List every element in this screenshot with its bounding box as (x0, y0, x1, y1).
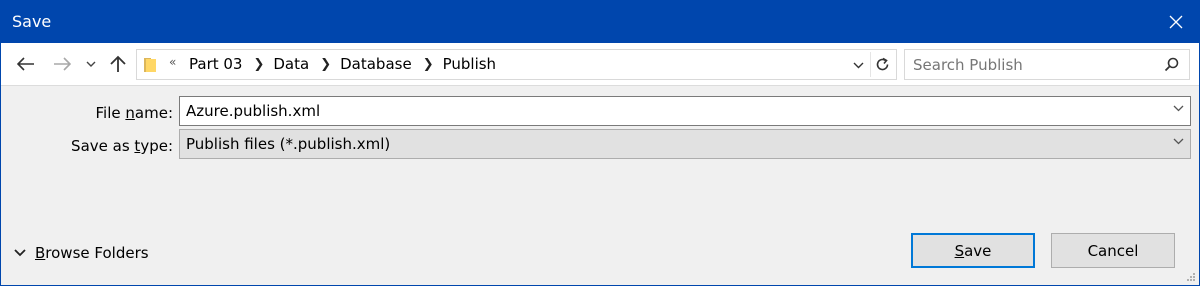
search-box[interactable] (904, 49, 1190, 80)
save-as-type-value: Publish files (*.publish.xml) (186, 135, 391, 153)
browse-folders-label: Browse Folders (35, 244, 149, 262)
forward-button[interactable] (49, 51, 75, 77)
save-button[interactable]: Save (911, 233, 1035, 268)
label-text: File (95, 104, 126, 122)
breadcrumb-item[interactable]: Part 03 (189, 55, 242, 73)
save-as-type-dropdown[interactable]: Publish files (*.publish.xml) (179, 129, 1191, 159)
forward-arrow-icon (54, 57, 71, 71)
chevron-down-icon (853, 62, 863, 68)
breadcrumb-separator-icon[interactable]: ❯ (253, 57, 264, 72)
chevron-down-icon[interactable] (1173, 105, 1184, 112)
back-arrow-icon (17, 57, 34, 71)
close-button[interactable] (1153, 1, 1199, 43)
breadcrumb-separator-icon[interactable]: ❯ (423, 57, 434, 72)
file-name-value[interactable]: Azure.publish.xml (186, 102, 320, 120)
access-key: B (35, 244, 46, 262)
search-icon (1164, 57, 1179, 72)
label-text: ype: (140, 137, 173, 155)
address-dropdown-button[interactable] (847, 56, 869, 74)
access-key: S (954, 241, 965, 260)
dialog-title: Save (12, 12, 52, 31)
browse-folders-toggle[interactable]: Browse Folders (14, 244, 149, 262)
search-input[interactable] (905, 50, 1155, 79)
back-button[interactable] (13, 51, 39, 77)
label-text: ame: (134, 104, 173, 122)
chevron-down-icon (14, 249, 26, 257)
navigation-bar: « Part 03 ❯ Data ❯ Database ❯ Publish (1, 43, 1199, 86)
folder-icon (144, 58, 156, 72)
up-folder-button[interactable] (105, 51, 131, 77)
file-name-label: File name: (41, 104, 173, 122)
breadcrumb-item[interactable]: Database (340, 55, 412, 73)
breadcrumb-item[interactable]: Data (273, 55, 309, 73)
label-text: rowse Folders (45, 244, 149, 262)
chevron-down-icon (86, 61, 96, 67)
title-bar: Save (1, 1, 1199, 43)
refresh-icon (876, 57, 889, 71)
label-text: Save as (71, 137, 135, 155)
close-icon (1169, 15, 1183, 29)
breadcrumb-separator-icon[interactable]: ❯ (320, 57, 331, 72)
refresh-button[interactable] (870, 52, 894, 77)
cancel-button[interactable]: Cancel (1051, 233, 1175, 268)
recent-locations-button[interactable] (81, 51, 101, 77)
overflow-chevron-icon[interactable]: « (169, 55, 176, 69)
breadcrumb-item[interactable]: Publish (443, 55, 496, 73)
button-label: ave (964, 241, 992, 260)
save-as-type-label: Save as type: (41, 137, 173, 155)
access-key: n (125, 104, 135, 122)
save-dialog: Save « Part 03 ❯ Data ❯ Database ❯ Publi… (0, 0, 1200, 286)
breadcrumb: Part 03 ❯ Data ❯ Database ❯ Publish (189, 55, 496, 73)
chevron-down-icon (1173, 138, 1184, 145)
up-arrow-icon (110, 55, 126, 72)
resize-grip-icon[interactable] (1186, 272, 1196, 282)
file-name-field[interactable]: Azure.publish.xml (179, 96, 1191, 126)
address-bar[interactable]: « Part 03 ❯ Data ❯ Database ❯ Publish (136, 49, 897, 80)
button-label: Cancel (1087, 241, 1139, 260)
